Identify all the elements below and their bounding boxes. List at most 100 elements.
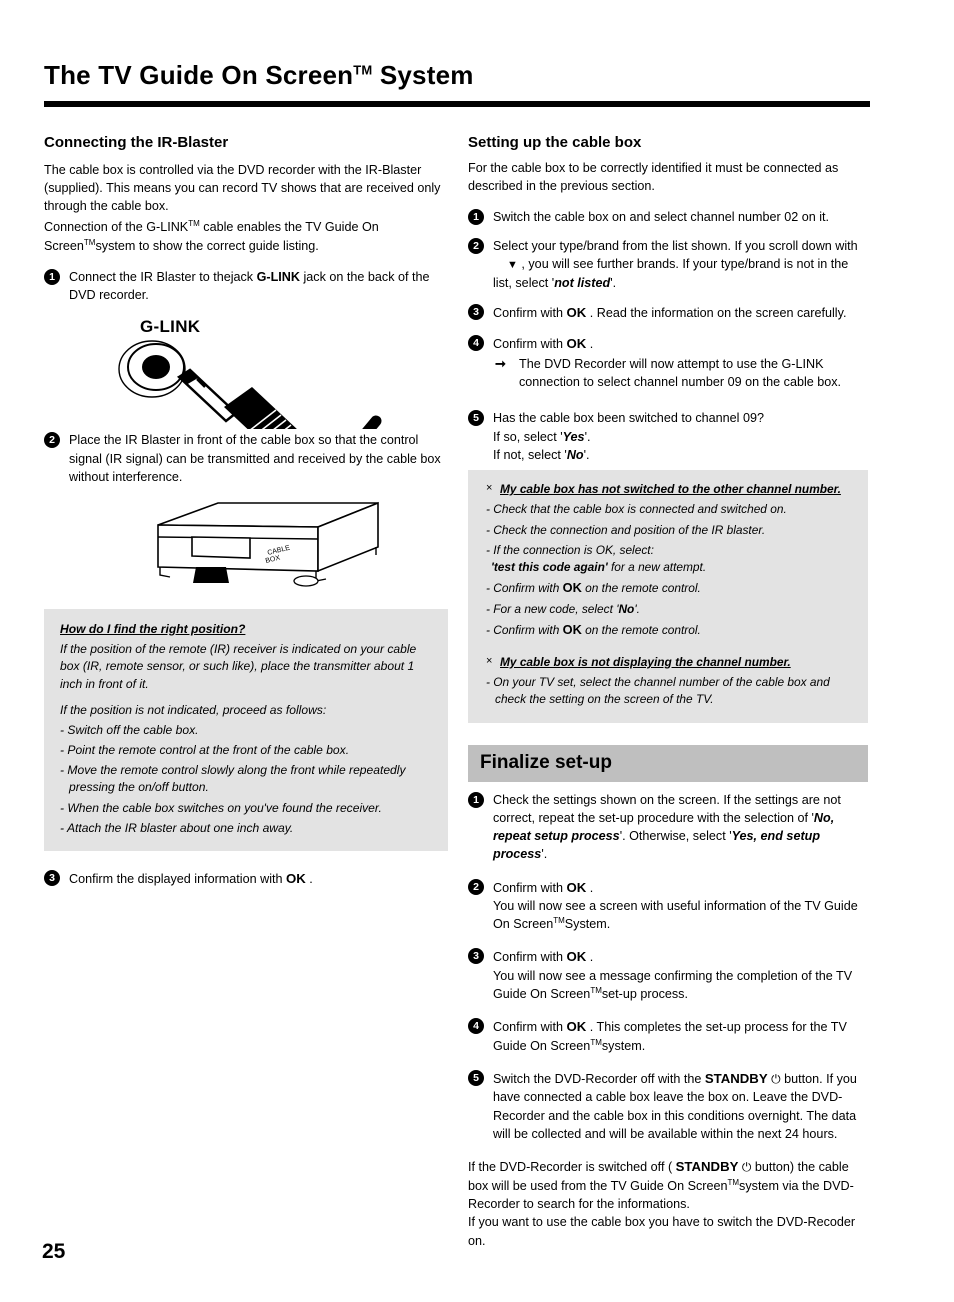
glink-connector-figure: G-LINK [44, 315, 448, 430]
step-text-c: system. [601, 1038, 646, 1053]
ok-key-label: OK [566, 949, 587, 965]
troubleshoot-bullet: - Confirm with OK on the remote control. [486, 579, 854, 598]
step-line-b: . [586, 880, 594, 895]
step-text-b: . [305, 871, 313, 886]
troubleshoot-bullet: - If the connection is OK, select: [486, 542, 654, 557]
page-title-tail: System [379, 60, 474, 90]
info-box-title: How do I find the right position? [60, 622, 246, 636]
right-column: Setting up the cable box For the cable b… [468, 134, 868, 1262]
step-number-badge: 3 [44, 869, 60, 886]
step-text-b: '. Otherwise, select ' [619, 829, 732, 844]
ok-key-label: OK [566, 879, 587, 895]
troubleshoot-bullet: - On your TV set, select the channel num… [486, 675, 830, 707]
page-number: 25 [42, 1240, 66, 1263]
left-column: Connecting the IR-Blaster The cable box … [44, 134, 448, 899]
step-text-b: , you will see further brands. If your t… [493, 257, 849, 291]
option-no: No [566, 447, 584, 462]
step-text-a: Check the settings shown on the screen. … [493, 792, 841, 825]
step-line-d: System. [564, 917, 611, 932]
cross-icon: × [486, 482, 493, 495]
trademark-symbol: TM [553, 916, 565, 926]
cable-box-illustration: CABLE BOX [157, 501, 379, 587]
step-line-a: Confirm with [493, 950, 567, 965]
section-heading-connecting-ir-blaster: Connecting the IR-Blaster [44, 134, 229, 151]
step-line-d: set-up process. [601, 987, 688, 1002]
info-box-bullet: - Move the remote control slowly along t… [60, 763, 406, 795]
info-box-troubleshooting: × My cable box has not switched to the ot… [468, 470, 868, 723]
step-text-a: Confirm with [493, 306, 567, 321]
step-item: 1 Switch the cable box on and select cha… [468, 208, 868, 226]
troubleshoot-heading-1: × My cable box has not switched to the ot… [486, 481, 854, 498]
intro-paragraph-1: The cable box is controlled via the DVD … [44, 163, 441, 213]
title-divider [44, 101, 870, 107]
step-number-badge: 3 [468, 304, 484, 321]
standby-key-label: STANDBY [704, 1071, 768, 1087]
bullet-a: - For a new code, select ' [486, 601, 619, 616]
substep-text: The DVD Recorder will now attempt to use… [519, 356, 842, 390]
closing-note-d: If you want to use the cable box you hav… [468, 1215, 856, 1248]
section-banner-finalize-setup: Finalize set-up [468, 744, 868, 782]
scroll-down-arrow-icon: ▼ [507, 259, 518, 272]
step-text-a: Confirm with [493, 1020, 567, 1035]
closing-note: If the DVD-Recorder is switched off ( ST… [468, 1157, 868, 1250]
step-text-a: Switch the DVD-Recorder off with the [493, 1072, 705, 1087]
step-text-a: Confirm with [493, 336, 567, 351]
arrow-right-icon: ➞ [495, 355, 506, 371]
section-heading-setting-up-cable-box: Setting up the cable box [468, 134, 642, 151]
bullet-b: '. [634, 601, 640, 616]
step-number-badge: 1 [44, 268, 60, 285]
step-item: 4 Confirm with OK . ➞ The DVD Recorder w… [468, 334, 868, 392]
step-text: Place the IR Blaster in front of the cab… [69, 433, 441, 484]
info-box-bullet: - When the cable box switches on you've … [60, 800, 382, 815]
step-line: Confirm with OK . [493, 947, 868, 966]
bullet-b: on the remote control. [581, 581, 701, 596]
troubleshoot-heading-1-text: My cable box has not switched to the oth… [500, 482, 841, 497]
info-box-bullet: - Switch off the cable box. [60, 722, 199, 737]
cable-box-figure: CABLE BOX [44, 497, 448, 601]
bullet-a: - Confirm with [486, 623, 563, 638]
step-number-badge: 4 [468, 1018, 484, 1035]
step-line-a: Confirm with [493, 880, 567, 895]
bullet-a: - Confirm with [486, 581, 563, 596]
step-number-badge: 3 [468, 948, 484, 965]
step-number-badge: 2 [468, 238, 484, 254]
step-line-b: . [586, 950, 594, 965]
step-number-badge: 2 [44, 432, 60, 449]
intro-paragraph-2: Connection of the G-LINKTM cable enables… [44, 218, 448, 256]
info-box-right-position: How do I find the right position? If the… [44, 609, 448, 851]
step-line-b: '. [584, 429, 591, 444]
step-item: 2 Confirm with OK . You will now see a s… [468, 878, 868, 934]
power-icon: ⏻ [741, 1160, 752, 1175]
ok-key-label: OK [562, 622, 582, 638]
step-item: 1 Connect the IR Blaster to thejack G-LI… [44, 268, 448, 305]
troubleshoot-bullet: - Check that the cable box is connected … [486, 502, 787, 517]
troubleshoot-bullet-sub-rest: for a new attempt. [607, 560, 707, 575]
ok-key-label: OK [566, 335, 587, 351]
trademark-symbol: TM [353, 62, 373, 78]
step-text-b: . [586, 336, 594, 351]
option-no: No [618, 601, 635, 616]
step-line: Has the cable box been switched to chann… [493, 411, 764, 426]
page-title: The TV Guide On ScreenTM System [44, 60, 474, 91]
info-box-bullet: - Attach the IR blaster about one inch a… [60, 820, 294, 835]
step-text-a: Connect the IR Blaster to thejack [69, 269, 257, 284]
bullet-b: on the remote control. [581, 623, 701, 638]
document-page: The TV Guide On ScreenTM System Connecti… [0, 0, 954, 1302]
ok-key-label: OK [562, 580, 582, 596]
step-line: Confirm with OK . [493, 878, 868, 897]
step-item: 1 Check the settings shown on the screen… [468, 791, 868, 864]
step-line: You will now see a screen with useful in… [493, 897, 868, 934]
step-item: 5 Has the cable box been switched to cha… [468, 409, 868, 464]
step-line: If so, select 'Yes'. [493, 428, 868, 446]
troubleshoot-bullet: - For a new code, select 'No'. [486, 601, 854, 618]
troubleshoot-bullet: - Check the connection and position of t… [486, 522, 766, 537]
trademark-symbol: TM [727, 1177, 740, 1187]
step-number-badge: 5 [468, 410, 484, 427]
key-label-glink: G-LINK [256, 269, 300, 284]
option-yes: Yes [562, 429, 585, 444]
step-line: If not, select 'No'. [493, 446, 868, 464]
step-item: 3 Confirm the displayed information with… [44, 869, 448, 888]
step-substep: ➞ The DVD Recorder will now attempt to u… [493, 355, 868, 392]
troubleshoot-bullet-sub: 'test this code again' for a new attempt… [486, 559, 854, 576]
page-title-main: The TV Guide On Screen [44, 60, 354, 90]
